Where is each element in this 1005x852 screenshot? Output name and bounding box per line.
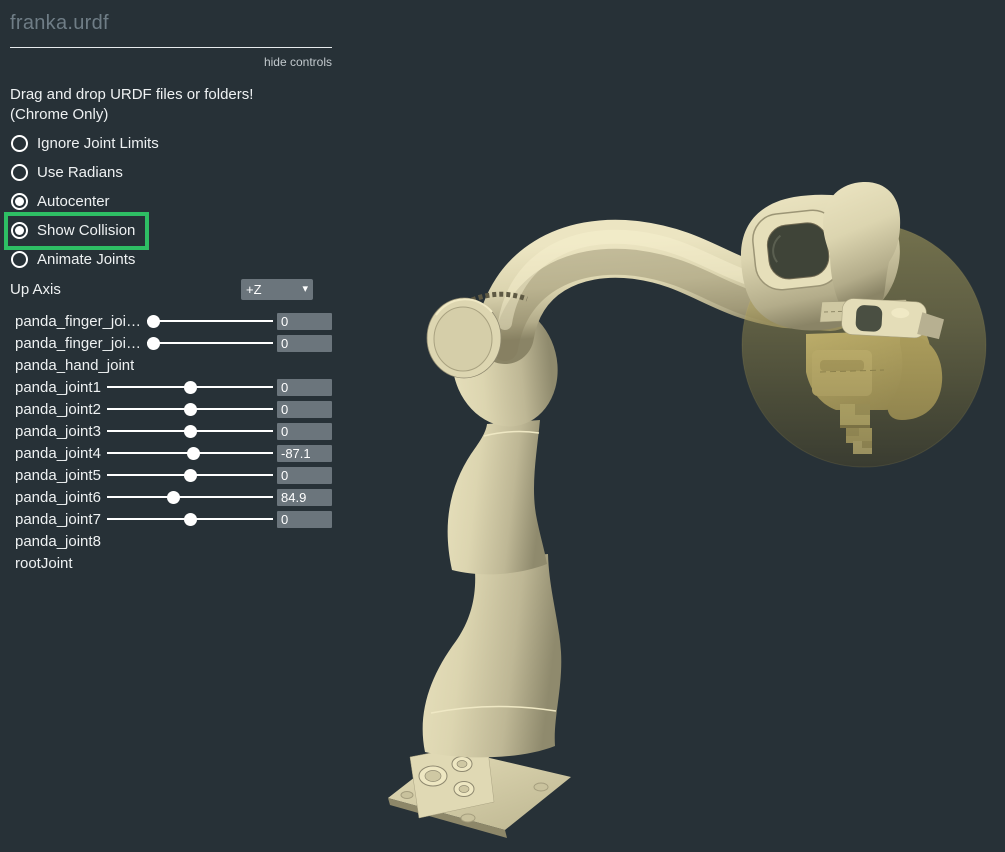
joint-value-input[interactable]: 0 [277, 379, 332, 396]
toggle-row-use-radians[interactable]: Use Radians [0, 158, 332, 187]
joint-value-input[interactable]: 84.9 [277, 489, 332, 506]
slider-thumb[interactable] [184, 469, 197, 482]
slider-thumb[interactable] [184, 403, 197, 416]
slider-thumb[interactable] [187, 447, 200, 460]
joint-label: panda_joint4 [15, 445, 101, 462]
hide-controls-link[interactable]: hide controls [10, 55, 332, 69]
joint-slider[interactable] [107, 381, 273, 394]
joint-slider[interactable] [147, 337, 273, 350]
slider-thumb[interactable] [184, 425, 197, 438]
instructions-line2: (Chrome Only) [10, 105, 253, 125]
toggle-label: Animate Joints [37, 251, 135, 268]
joint-row-panda_hand_joint: panda_hand_joint [0, 354, 332, 376]
joint-slider[interactable] [107, 491, 273, 504]
radio-unchecked-icon[interactable] [11, 135, 28, 152]
controls-panel: franka.urdf hide controls Drag and drop … [0, 0, 332, 852]
instructions-line1: Drag and drop URDF files or folders! [10, 85, 253, 105]
joint-row-panda_joint6: panda_joint6 84.9 [0, 486, 332, 508]
joint-label: panda_joint6 [15, 489, 101, 506]
radio-unchecked-icon[interactable] [11, 164, 28, 181]
slider-thumb[interactable] [147, 337, 160, 350]
joint-label: panda_joint2 [15, 401, 101, 418]
joint-label: panda_hand_joint [15, 357, 134, 374]
joint-list: panda_finger_joint1 0 panda_finger_joint2 0… [0, 310, 332, 574]
slider-thumb[interactable] [167, 491, 180, 504]
joint-value-input[interactable]: 0 [277, 335, 332, 352]
slider-thumb[interactable] [184, 513, 197, 526]
toggle-row-show-collision[interactable]: Show Collision [0, 216, 332, 245]
drag-drop-instructions: Drag and drop URDF files or folders! (Ch… [10, 85, 253, 125]
app-stage: franka.urdf hide controls Drag and drop … [0, 0, 1005, 852]
joint-row-panda_joint7: panda_joint7 0 [0, 508, 332, 530]
joint-row-panda_joint3: panda_joint3 0 [0, 420, 332, 442]
joint-label: panda_joint5 [15, 467, 101, 484]
joint-value-input[interactable]: 0 [277, 313, 332, 330]
joint-slider[interactable] [107, 425, 273, 438]
radio-unchecked-icon[interactable] [11, 251, 28, 268]
joint-label: panda_finger_joint1 [15, 313, 141, 330]
joint-row-rootJoint: rootJoint [0, 552, 332, 574]
radio-checked-icon[interactable] [11, 193, 28, 210]
joint-value-input[interactable]: 0 [277, 511, 332, 528]
joint-label: panda_finger_joint2 [15, 335, 141, 352]
joint-row-panda_joint8: panda_joint8 [0, 530, 332, 552]
joint-label: panda_joint1 [15, 379, 101, 396]
joint-slider[interactable] [107, 469, 273, 482]
toggle-label: Show Collision [37, 222, 135, 239]
slider-thumb[interactable] [184, 381, 197, 394]
urdf-title: franka.urdf [10, 12, 109, 35]
joint-row-panda_finger_joint1: panda_finger_joint1 0 [0, 310, 332, 332]
joint-row-panda_joint1: panda_joint1 0 [0, 376, 332, 398]
toggle-list: Ignore Joint Limits Use Radians Autocenter… [0, 129, 332, 274]
joint-value-input[interactable]: 0 [277, 401, 332, 418]
title-divider [10, 47, 332, 48]
joint-value-input[interactable]: 0 [277, 467, 332, 484]
joint-slider[interactable] [147, 315, 273, 328]
up-axis-label: Up Axis [10, 279, 61, 300]
radio-checked-icon[interactable] [11, 222, 28, 239]
up-axis-select-wrap: +Z ▾ [241, 279, 313, 300]
joint-value-input[interactable]: 0 [277, 423, 332, 440]
up-axis-select[interactable]: +Z [241, 279, 313, 300]
joint-row-panda_joint2: panda_joint2 0 [0, 398, 332, 420]
joint-slider[interactable] [107, 403, 273, 416]
joint-label: panda_joint8 [15, 533, 101, 550]
joint-slider[interactable] [107, 513, 273, 526]
joint-label: panda_joint3 [15, 423, 101, 440]
toggle-label: Autocenter [37, 193, 110, 210]
joint-row-panda_joint4: panda_joint4 -87.1 [0, 442, 332, 464]
toggle-label: Use Radians [37, 164, 123, 181]
toggle-label: Ignore Joint Limits [37, 135, 159, 152]
slider-thumb[interactable] [147, 315, 160, 328]
joint-label: panda_joint7 [15, 511, 101, 528]
toggle-row-animate-joints[interactable]: Animate Joints [0, 245, 332, 274]
toggle-row-ignore-joint-limits[interactable]: Ignore Joint Limits [0, 129, 332, 158]
joint-slider[interactable] [107, 447, 273, 460]
joint-value-input[interactable]: -87.1 [277, 445, 332, 462]
joint-row-panda_finger_joint2: panda_finger_joint2 0 [0, 332, 332, 354]
joint-label: rootJoint [15, 555, 73, 572]
up-axis-row: Up Axis +Z ▾ [0, 279, 332, 300]
joint-row-panda_joint5: panda_joint5 0 [0, 464, 332, 486]
